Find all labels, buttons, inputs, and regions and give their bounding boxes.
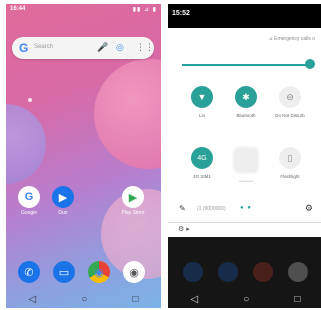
dock-camera[interactable]: ◉ (123, 261, 145, 283)
recents-icon[interactable]: □ (132, 294, 138, 305)
google-logo-icon: G (19, 41, 29, 55)
tile-mobile-data[interactable]: 4G 4G SIM1 (182, 147, 222, 180)
status-bar: 16:44 ▮▮ ⊿ ▮ (6, 4, 161, 16)
app-play-store[interactable]: ▶ Play Store (120, 186, 146, 216)
qs-small-row: ⚙ ▸ (168, 222, 321, 237)
page-indicator: ● ● (240, 205, 252, 211)
mobile-data-icon: 4G (191, 147, 213, 169)
app-duo[interactable]: ▶ Duo (50, 186, 76, 216)
tile-flashlight[interactable]: ▯ Flashlight (270, 147, 310, 180)
search-placeholder: Search (34, 44, 54, 50)
recents-icon[interactable]: □ (294, 294, 300, 305)
google-search-bar[interactable]: G Search 🎤 ◎ ⋮⋮ (12, 37, 154, 59)
dock-phone[interactable]: ✆ (18, 261, 40, 283)
tile-label: ▬▬▬ (239, 178, 253, 183)
dock-chrome[interactable]: ◉ (88, 261, 110, 283)
navigation-bar: ◁ ○ □ (6, 290, 161, 308)
back-icon[interactable]: ◁ (29, 294, 37, 305)
flashlight-icon: ▯ (279, 147, 301, 169)
edit-pencil-icon[interactable]: ✎ (179, 204, 186, 213)
navigation-bar: ◁ ○ □ (168, 290, 321, 308)
duo-icon: ▶ (52, 186, 74, 208)
tile-label: Flashlight (280, 174, 300, 179)
dock-messages[interactable]: ▭ (53, 261, 75, 283)
tile-blurred[interactable]: ▬▬▬ (226, 147, 266, 184)
settings-gear-icon[interactable]: ⚙ (305, 203, 313, 214)
tile-label: Do Not Disturb (275, 113, 305, 118)
dimmed-messages-icon (218, 262, 238, 282)
tile-wifi[interactable]: ▼ Lin (182, 86, 222, 119)
lens-icon[interactable]: ◎ (116, 42, 124, 53)
tile-label: Bluetooth (236, 113, 256, 118)
microphone-icon[interactable]: 🎤 (97, 42, 108, 53)
qs-header (168, 4, 321, 28)
app-google[interactable]: G Google (16, 186, 42, 216)
home-screen: 16:44 ▮▮ ⊿ ▮ G Search 🎤 ◎ ⋮⋮ G Google ▶ … (6, 4, 161, 308)
phone-number: (1 (9000000) (197, 206, 226, 212)
tile-do-not-disturb[interactable]: ⊖ Do Not Disturb (270, 86, 310, 119)
emergency-calls-text: ⊿ Emergency calls o (268, 36, 315, 42)
tile-bluetooth[interactable]: ✱ Bluetooth (226, 86, 266, 119)
messages-icon: ▭ (53, 261, 75, 283)
dimmed-camera-icon (288, 262, 308, 282)
status-time: 16:44 (10, 6, 26, 12)
wallpaper-blob (94, 59, 161, 169)
bluetooth-icon: ✱ (235, 86, 257, 108)
status-icons: ▮▮ ⊿ ▮ (132, 7, 157, 13)
back-icon[interactable]: ◁ (191, 294, 199, 305)
tile-label: 4G SIM1 (193, 174, 211, 179)
app-label: Play Store (121, 210, 145, 216)
app-label: Google (20, 210, 38, 216)
dimmed-chrome-icon (253, 262, 273, 282)
chrome-icon: ◉ (88, 261, 110, 283)
wallpaper-blob (6, 104, 46, 184)
wifi-icon: ▼ (191, 86, 213, 108)
google-folder-icon: G (18, 186, 40, 208)
home-icon[interactable]: ○ (81, 294, 87, 305)
brightness-slider-thumb[interactable] (305, 59, 315, 69)
tile-label: Lin (198, 113, 205, 118)
qs-footer: ✎ (1 (9000000) ● ● ⚙ (168, 200, 321, 220)
apps-grid-icon[interactable]: ⋮⋮ (136, 42, 154, 53)
status-time: 15:52 (172, 10, 190, 17)
page-dot (28, 98, 32, 102)
phone-icon: ✆ (18, 261, 40, 283)
home-icon[interactable]: ○ (243, 294, 249, 305)
qs-small-icons: ⚙ ▸ (178, 226, 190, 233)
brightness-slider[interactable] (182, 64, 311, 66)
blurred-tile-icon (233, 147, 259, 173)
app-label: Duo (58, 210, 68, 216)
dimmed-phone-icon (183, 262, 203, 282)
do-not-disturb-icon: ⊖ (279, 86, 301, 108)
play-store-icon: ▶ (122, 186, 144, 208)
camera-icon: ◉ (123, 261, 145, 283)
quick-settings-screen: 15:52 ⊿ Emergency calls o ▼ Lin ✱ Blueto… (168, 4, 321, 308)
